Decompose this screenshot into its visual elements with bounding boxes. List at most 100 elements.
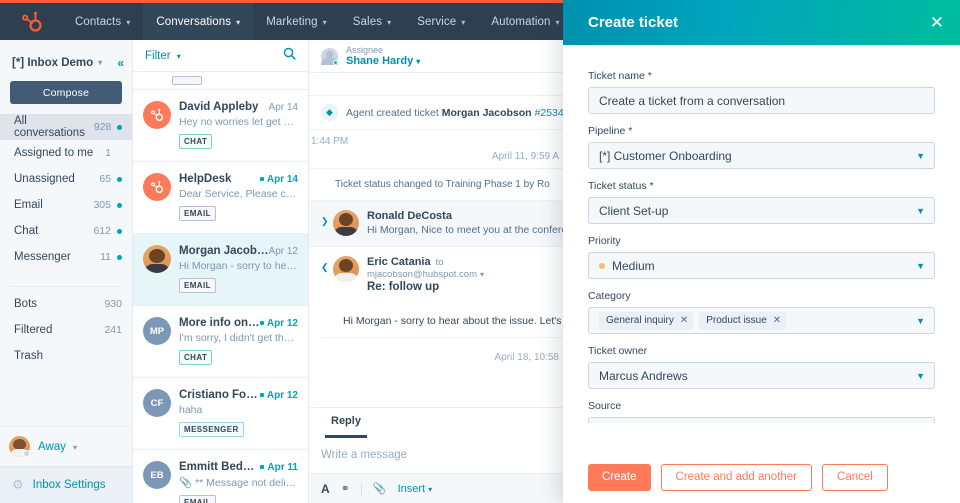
- ticket-status-select[interactable]: Client Set-up ▼: [588, 197, 935, 224]
- sidebar-item-unassigned[interactable]: Unassigned 65: [0, 166, 132, 192]
- chevron-down-icon[interactable]: ❮: [321, 256, 333, 293]
- avatar-initials-label: CF: [150, 397, 164, 409]
- conversation-item[interactable]: HelpDesk Apr 14 Dear Service, Please cha…: [133, 162, 308, 234]
- source-select[interactable]: [588, 417, 935, 423]
- sidebar-item-bots[interactable]: Bots 930: [0, 291, 132, 317]
- unread-dot: [117, 202, 122, 208]
- filter-button[interactable]: Filter ▾: [145, 50, 181, 62]
- system-event-row: ◆ Agent created ticket Morgan Jacobson #…: [309, 95, 563, 130]
- status-label-wrap[interactable]: Away ▾: [38, 441, 77, 453]
- hubspot-logo[interactable]: [0, 10, 62, 34]
- channel-badge: EMAIL: [179, 495, 216, 503]
- field-source: Source: [588, 400, 935, 423]
- ticket-owner-select[interactable]: Marcus Andrews ▼: [588, 362, 935, 389]
- channel-badge: CHAT: [179, 350, 213, 365]
- panel-body: Ticket name * Create a ticket from a con…: [563, 45, 960, 450]
- category-tag[interactable]: Product issue ✕: [699, 311, 787, 330]
- conversation-item-header: More info on Produ… Apr 12: [179, 317, 298, 329]
- chevron-down-icon: ▼: [916, 205, 925, 216]
- create-button-label: Create: [602, 471, 637, 483]
- sidebar-item-all-conversations[interactable]: All conversations 928: [0, 114, 132, 140]
- field-ticket-status: Ticket status * Client Set-up ▼: [588, 180, 935, 224]
- conversation-item[interactable]: MP More info on Produ… Apr 12 I'm sorry,…: [133, 306, 308, 378]
- conversation-date: Apr 12: [259, 390, 298, 401]
- compose-button[interactable]: Compose: [10, 81, 122, 104]
- collapse-sidebar-icon[interactable]: «: [117, 56, 124, 70]
- insert-button[interactable]: Insert ▾: [398, 483, 433, 495]
- avatar-initials-label: MP: [149, 325, 165, 337]
- ticket-name-input[interactable]: Create a ticket from a conversation: [588, 87, 935, 114]
- ticket-id-link[interactable]: #2534004: [535, 107, 563, 119]
- avatar-initials-label: EB: [150, 469, 164, 481]
- avatar: [333, 256, 359, 282]
- conversation-item-partial[interactable]: [133, 72, 308, 90]
- inbox-selector[interactable]: [*] Inbox Demo ▾ «: [0, 48, 132, 77]
- conversation-item[interactable]: EB Emmitt Bednar Apr 11 📎 ** Message not …: [133, 450, 308, 503]
- thread-scroll-area[interactable]: ◆ Agent created ticket Morgan Jacobson #…: [309, 95, 563, 363]
- unread-dot: [117, 228, 122, 234]
- tab-reply-label: Reply: [331, 415, 361, 427]
- priority-select[interactable]: Medium ▼: [588, 252, 935, 279]
- unread-dot: [259, 393, 264, 397]
- thread-message-expanded[interactable]: ❮ Eric Catania to mjacobson@hubspot.com ▾ …: [309, 246, 563, 303]
- inbox-settings-button[interactable]: ⚙ Inbox Settings: [0, 466, 133, 503]
- link-icon[interactable]: ⚭: [341, 482, 350, 495]
- folder-label: Filtered: [14, 324, 53, 336]
- conversation-date: Apr 14: [259, 174, 298, 185]
- remove-tag-icon[interactable]: ✕: [773, 315, 781, 326]
- thread-timestamp: April 11, 9:59 A: [491, 151, 559, 162]
- user-status-row[interactable]: Away ▾: [0, 426, 133, 466]
- conversation-item-header: Morgan Jacobson Apr 12: [179, 245, 298, 257]
- sidebar-divider: [10, 286, 122, 287]
- nav-item-conversations[interactable]: Conversations ▾: [143, 3, 254, 40]
- create-button[interactable]: Create: [588, 463, 651, 491]
- folder-label: Bots: [14, 298, 38, 310]
- category-tag[interactable]: General inquiry ✕: [599, 311, 694, 330]
- cancel-button[interactable]: Cancel: [822, 463, 888, 491]
- nav-item-service[interactable]: Service ▾: [404, 3, 478, 40]
- pipeline-select[interactable]: [*] Customer Onboarding ▼: [588, 142, 935, 169]
- folder-label: Assigned to me: [14, 147, 94, 159]
- sidebar-item-messenger[interactable]: Messenger 11: [0, 244, 132, 270]
- close-icon[interactable]: ✕: [930, 14, 944, 31]
- sidebar-item-email[interactable]: Email 305: [0, 192, 132, 218]
- reply-placeholder: Write a message: [321, 449, 408, 461]
- channel-badge: CHAT: [179, 134, 213, 149]
- conversation-item[interactable]: CF Cristiano Fortest Apr 12 haha MESSENG…: [133, 378, 308, 450]
- create-and-add-another-button[interactable]: Create and add another: [660, 463, 813, 491]
- field-value: Create a ticket from a conversation: [599, 93, 786, 108]
- field-label: Ticket status *: [588, 180, 654, 192]
- nav-label: Contacts: [75, 15, 122, 28]
- nav-item-contacts[interactable]: Contacts ▾: [62, 3, 143, 40]
- sidebar-item-trash[interactable]: Trash: [0, 343, 132, 369]
- nav-item-marketing[interactable]: Marketing ▾: [253, 3, 340, 40]
- paperclip-icon[interactable]: 📎: [373, 482, 387, 495]
- message-text: Hi Morgan - sorry to hear about the issu…: [343, 315, 563, 327]
- category-multiselect[interactable]: General inquiry ✕ Product issue ✕ ▼: [588, 307, 935, 334]
- conversation-item[interactable]: David Appleby Apr 14 Hey no worries let …: [133, 90, 308, 162]
- nav-item-automation[interactable]: Automation ▾: [478, 3, 572, 40]
- nav-label: Service: [417, 15, 457, 28]
- conversation-name: David Appleby: [179, 101, 259, 113]
- thread-message[interactable]: ❯ Ronald DeCosta Hi Morgan, Nice to meet…: [309, 200, 563, 246]
- chevron-right-icon[interactable]: ❯: [321, 210, 333, 236]
- tab-reply[interactable]: Reply: [325, 408, 367, 438]
- message-body: Eric Catania to mjacobson@hubspot.com ▾ Re…: [367, 256, 553, 293]
- assignee-selector[interactable]: Shane Hardy ▾: [346, 55, 420, 68]
- sidebar-item-assigned-to-me[interactable]: Assigned to me 1: [0, 140, 132, 166]
- conversation-item-selected[interactable]: Morgan Jacobson Apr 12 Hi Morgan - sorry…: [133, 234, 308, 306]
- chevron-down-icon: ▼: [916, 150, 925, 161]
- chevron-down-icon: ▾: [322, 18, 327, 27]
- folder-count: 930: [104, 298, 122, 310]
- sidebar-item-filtered[interactable]: Filtered 241: [0, 317, 132, 343]
- remove-tag-icon[interactable]: ✕: [680, 315, 688, 326]
- field-label: Pipeline *: [588, 125, 633, 137]
- sidebar-item-chat[interactable]: Chat 612: [0, 218, 132, 244]
- nav-item-sales[interactable]: Sales ▾: [340, 3, 404, 40]
- reply-input[interactable]: Write a message: [309, 437, 563, 473]
- font-color-icon[interactable]: A: [321, 482, 330, 496]
- inbox-sidebar: [*] Inbox Demo ▾ « Compose All conversat…: [0, 40, 133, 503]
- folder-count: 11: [100, 251, 111, 263]
- conversation-item-body: More info on Produ… Apr 12 I'm sorry, I …: [179, 317, 298, 377]
- search-icon[interactable]: [283, 47, 296, 65]
